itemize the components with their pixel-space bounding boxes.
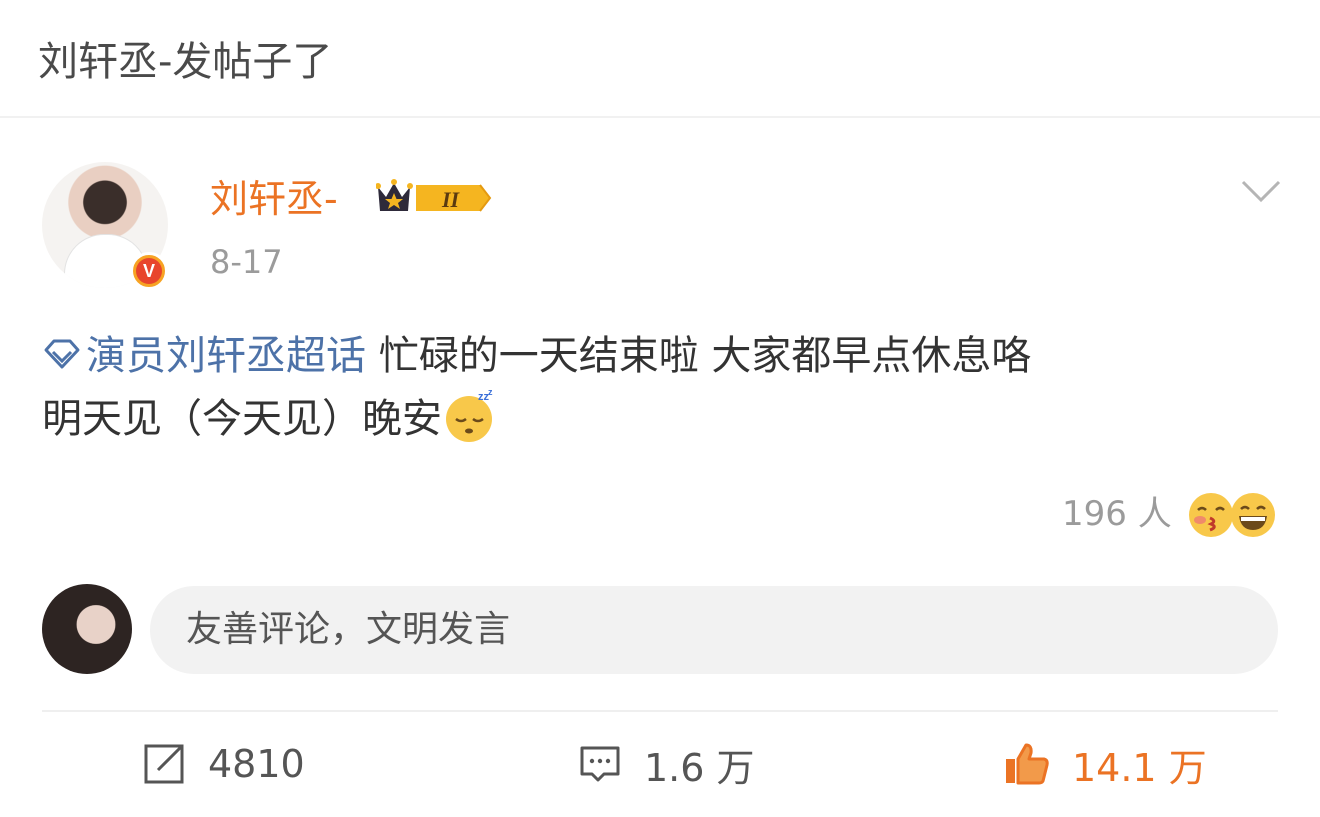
post-text-line1: 忙碌的一天结束啦 大家都早点休息咯 [378, 333, 1032, 379]
topic-label: 演员刘轩丞超话 [86, 333, 366, 379]
laughing-face-icon[interactable] [1228, 490, 1278, 540]
like-button[interactable]: 14.1 万 [1004, 736, 1207, 792]
topic-link[interactable]: 演员刘轩丞超话 [42, 333, 366, 379]
comment-input[interactable] [150, 586, 1278, 674]
repost-button[interactable]: 4810 [142, 736, 305, 792]
reaction-count[interactable]: 196 人 [1062, 490, 1172, 538]
comment-button[interactable]: 1.6 万 [578, 736, 755, 792]
sleeping-face-icon: zz z [446, 387, 493, 442]
post-text-line2: 明天见（今天见）晚安 [42, 396, 442, 442]
repost-count: 4810 [208, 742, 305, 786]
comment-count: 1.6 万 [644, 745, 755, 790]
vip-level-text: II [441, 187, 461, 212]
post-date: 8-17 [210, 243, 283, 281]
chevron-down-icon[interactable] [1240, 176, 1282, 206]
current-user-avatar[interactable] [42, 584, 132, 674]
post-content: 演员刘轩丞超话 忙碌的一天结束啦 大家都早点休息咯 明天见（今天见）晚安 zz … [42, 326, 1282, 449]
comment-icon [580, 746, 620, 782]
header-divider [0, 116, 1320, 118]
author-name[interactable]: 刘轩丞- [210, 174, 338, 224]
repost-icon [144, 744, 184, 784]
diamond-topic-icon [44, 339, 80, 369]
thumbs-up-icon [1006, 743, 1049, 785]
crown-vip-badge-icon[interactable]: II [376, 177, 492, 219]
footer-divider [42, 710, 1278, 712]
svg-text:z: z [488, 387, 493, 397]
like-count: 14.1 万 [1072, 745, 1207, 790]
verified-badge-icon: V [130, 252, 168, 290]
page-title: 刘轩丞-发帖子了 [38, 39, 333, 85]
